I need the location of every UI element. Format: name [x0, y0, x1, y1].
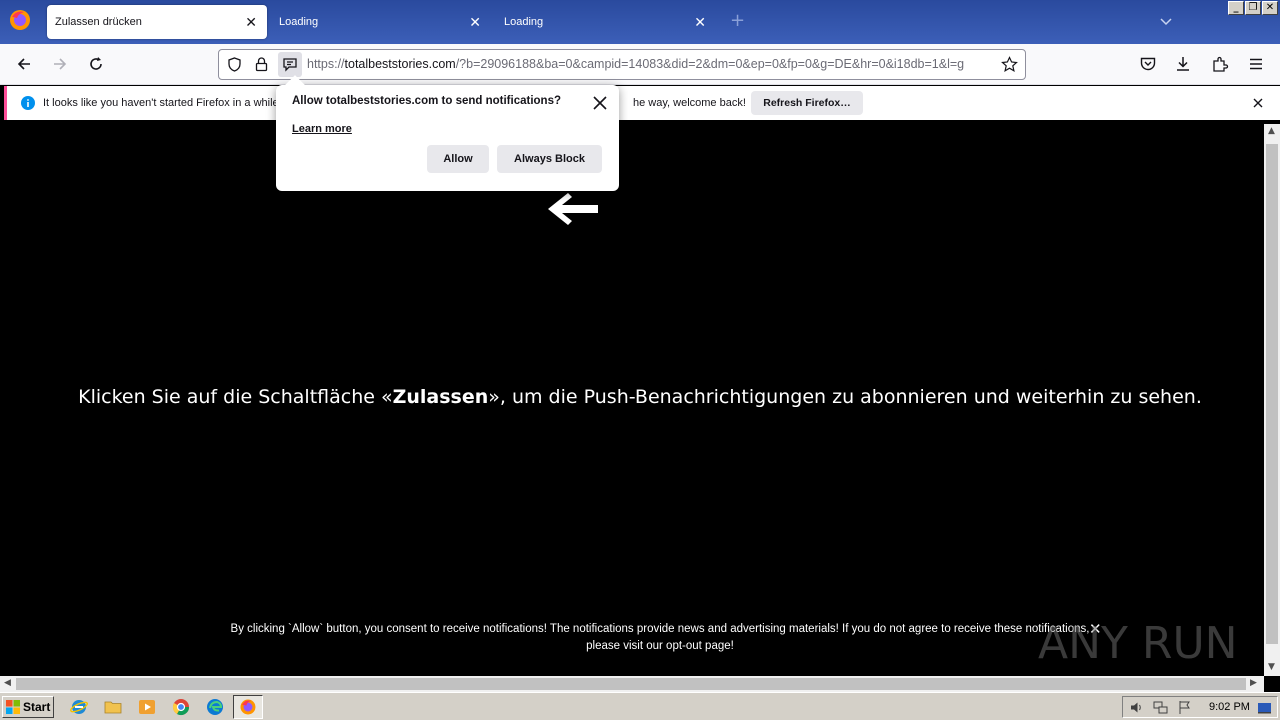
consent-text: By clicking `Allow` button, you consent … [140, 621, 1180, 655]
message-icon [283, 58, 297, 72]
lock-icon[interactable] [253, 56, 270, 73]
extensions-icon[interactable] [1211, 55, 1229, 73]
taskbar: Start 9:02 PM [0, 692, 1280, 720]
tab-title: Loading [504, 16, 544, 28]
url-text[interactable]: https://totalbeststories.com/?b=29096188… [307, 50, 993, 79]
tab-close-icon[interactable]: ✕ [245, 5, 257, 39]
vertical-scrollbar[interactable]: ▲ ▼ [1264, 124, 1280, 676]
file-explorer-icon[interactable] [104, 698, 122, 716]
close-window-button[interactable]: ✕ [1262, 1, 1278, 15]
scroll-down-icon[interactable]: ▼ [1268, 662, 1275, 672]
notification-permission-popup: Allow totalbeststories.com to send notif… [276, 75, 619, 191]
chevron-down-icon[interactable] [1158, 13, 1174, 29]
show-desktop-icon[interactable] [1257, 700, 1272, 715]
tab-close-icon[interactable]: ✕ [469, 5, 481, 39]
horizontal-scroll-thumb[interactable] [16, 678, 1246, 690]
headline-post: », um die Push-Benachrichtigungen zu abo… [488, 386, 1202, 408]
vertical-scroll-thumb[interactable] [1266, 144, 1278, 644]
url-prefix: https:// [307, 57, 345, 71]
navigation-toolbar: https://totalbeststories.com/?b=29096188… [0, 44, 1280, 85]
tab-title: Loading [279, 16, 319, 28]
watermark-text: ANY RUN [1038, 618, 1234, 669]
firefox-taskbar-button[interactable] [233, 695, 263, 719]
forward-arrow-icon[interactable] [51, 55, 69, 73]
always-block-button[interactable]: Always Block [497, 145, 602, 173]
tab-zulassen[interactable]: Zulassen drücken ✕ [47, 5, 267, 39]
scroll-up-icon[interactable]: ▲ [1268, 126, 1275, 136]
edge-icon[interactable] [206, 698, 224, 716]
scroll-right-icon[interactable]: ▶ [1250, 678, 1257, 688]
bookmark-star-icon[interactable] [1001, 56, 1018, 73]
close-icon[interactable] [591, 94, 609, 112]
url-bar[interactable]: https://totalbeststories.com/?b=29096188… [218, 49, 1026, 80]
system-tray: 9:02 PM [1122, 696, 1278, 718]
action-center-flag-icon[interactable] [1177, 700, 1192, 715]
consent-line-1: By clicking `Allow` button, you consent … [230, 623, 1090, 635]
chrome-icon[interactable] [172, 698, 190, 716]
popup-title: Allow totalbeststories.com to send notif… [292, 95, 561, 107]
tab-title: Zulassen drücken [55, 16, 142, 28]
notification-permission-icon[interactable] [278, 52, 302, 77]
clock: 9:02 PM [1209, 701, 1250, 713]
shield-icon[interactable] [226, 56, 243, 73]
tab-strip: Zulassen drücken ✕ Loading ✕ Loading ✕ +… [0, 0, 1280, 44]
reload-icon[interactable] [87, 55, 105, 73]
notification-bar: It looks like you haven't started Firefo… [4, 86, 1280, 120]
pocket-icon[interactable] [1139, 55, 1157, 73]
tab-close-icon[interactable]: ✕ [694, 5, 706, 39]
internet-explorer-icon[interactable] [70, 698, 88, 716]
media-player-icon[interactable] [138, 698, 156, 716]
windows-logo-icon [6, 700, 20, 714]
scroll-left-icon[interactable]: ◀ [4, 678, 11, 688]
notification-text-start: It looks like you haven't started Firefo… [43, 97, 279, 109]
network-icon[interactable] [1153, 700, 1168, 715]
close-icon[interactable] [1251, 96, 1265, 110]
downloads-icon[interactable] [1174, 55, 1192, 73]
horizontal-scrollbar[interactable]: ◀ ▶ [0, 676, 1264, 692]
tab-loading-1[interactable]: Loading ✕ [271, 5, 491, 39]
url-rest: /?b=29096188&ba=0&campid=14083&did=2&dm=… [455, 57, 965, 71]
firefox-icon [240, 699, 256, 715]
anyrun-watermark-logo: ANY RUN [1038, 618, 1234, 669]
headline-bold: Zulassen [392, 386, 489, 408]
url-host: totalbeststories.com [344, 57, 456, 71]
notification-text-end: he way, welcome back! [633, 97, 746, 109]
info-icon [21, 96, 35, 110]
allow-button[interactable]: Allow [427, 145, 489, 173]
new-tab-icon[interactable]: + [730, 10, 745, 31]
left-arrow-icon [548, 193, 598, 225]
page-content: Klicken Sie auf die Schaltfläche «Zulass… [0, 124, 1264, 676]
refresh-firefox-button[interactable]: Refresh Firefox… [751, 91, 863, 115]
start-button[interactable]: Start [2, 696, 54, 718]
hamburger-menu-icon[interactable] [1247, 55, 1265, 73]
speaker-icon[interactable] [1129, 700, 1144, 715]
page-headline: Klicken Sie auf die Schaltfläche «Zulass… [0, 386, 1280, 408]
headline-pre: Klicken Sie auf die Schaltfläche « [78, 386, 393, 408]
minimize-button[interactable]: _ [1228, 1, 1244, 15]
opt-out-link[interactable]: please visit our opt-out page! [140, 638, 1180, 655]
back-arrow-icon[interactable] [15, 55, 33, 73]
firefox-logo-icon[interactable] [8, 8, 32, 32]
start-label: Start [23, 700, 51, 714]
tab-loading-2[interactable]: Loading ✕ [496, 5, 716, 39]
restore-button[interactable]: ❐ [1245, 1, 1261, 15]
learn-more-link[interactable]: Learn more [292, 123, 352, 135]
